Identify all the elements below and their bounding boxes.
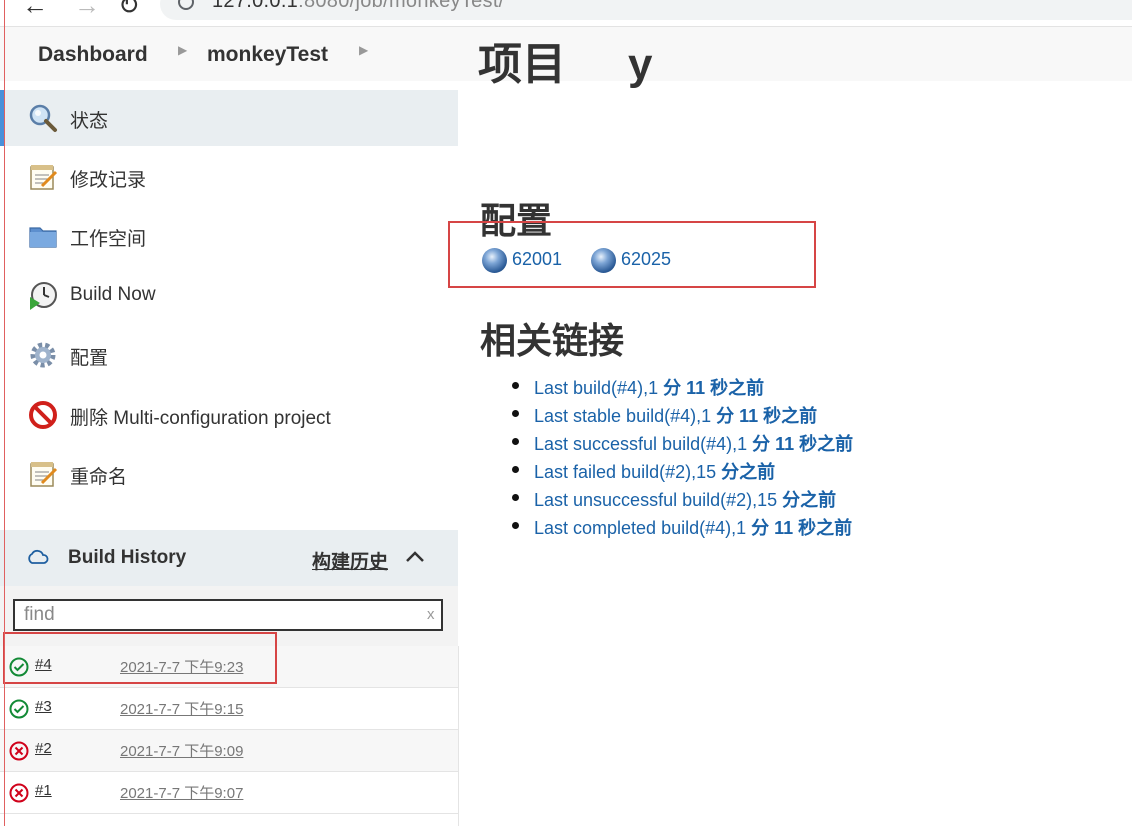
permalink-link[interactable]: Last failed build(#2),15 分之前 — [534, 458, 775, 484]
build-search-input[interactable] — [13, 599, 443, 631]
permalink-link[interactable]: Last completed build(#4),1 分 11 秒之前 — [534, 514, 852, 540]
build-time-link[interactable]: 2021-7-7 下午9:15 — [120, 698, 243, 719]
related-links-heading: 相关链接 — [480, 320, 625, 361]
clock-play-icon — [30, 282, 57, 310]
build-history-title: Build History — [68, 547, 187, 568]
chevron-up-icon[interactable] — [404, 546, 426, 568]
breadcrumb-separator-icon: ▶ — [359, 43, 369, 57]
info-icon[interactable] — [178, 0, 194, 10]
highlight-box-latest-build — [3, 632, 277, 684]
sidebar-item-delete-project[interactable]: 删除 Multi-configuration project — [0, 387, 458, 443]
success-check-icon — [9, 699, 29, 719]
list-bullet — [512, 410, 519, 417]
left-guide-line — [4, 0, 5, 826]
address-url: 127.0.0.1:8080/job/monkeyTest/ — [212, 0, 505, 12]
failed-x-icon — [9, 741, 29, 761]
list-bullet — [512, 438, 519, 445]
permalink-link[interactable]: Last unsuccessful build(#2),15 分之前 — [534, 486, 836, 512]
build-row: #1 2021-7-7 下午9:07 — [0, 772, 458, 814]
permalink-link[interactable]: Last successful build(#4),1 分 11 秒之前 — [534, 430, 853, 456]
sidebar-item-workspace[interactable]: 工作空间 — [0, 208, 458, 264]
build-number-link[interactable]: #3 — [35, 698, 52, 715]
permalink-link[interactable]: Last stable build(#4),1 分 11 秒之前 — [534, 402, 817, 428]
reload-icon[interactable]: ↻ — [118, 0, 140, 21]
breadcrumb-job[interactable]: monkeyTest — [207, 43, 328, 67]
sidebar-item-changes[interactable]: 修改记录 — [0, 149, 458, 205]
build-row: #2 2021-7-7 下午9:09 — [0, 730, 458, 772]
notepad-icon — [30, 165, 58, 190]
build-number-link[interactable]: #1 — [35, 782, 52, 799]
sidebar-item-label: Build Now — [70, 284, 156, 305]
permalink-link[interactable]: Last build(#4),1 分 11 秒之前 — [534, 374, 764, 400]
build-time-link[interactable]: 2021-7-7 下午9:07 — [120, 782, 243, 803]
sidebar-item-label: 工作空间 — [70, 229, 147, 250]
folder-icon — [29, 227, 57, 248]
build-history-header: Build History 构建历史 — [0, 530, 458, 586]
sidebar-item-status[interactable]: 状态 — [0, 90, 458, 146]
build-number-link[interactable]: #2 — [35, 740, 52, 757]
back-icon[interactable]: ← — [22, 0, 48, 21]
sidebar-item-label: 删除 Multi-configuration project — [70, 408, 331, 429]
failed-x-icon — [9, 783, 29, 803]
sidebar-item-build-now[interactable]: Build Now — [0, 268, 458, 324]
list-bullet — [512, 494, 519, 501]
build-row: #3 2021-7-7 下午9:15 — [0, 688, 458, 730]
address-bar[interactable]: 127.0.0.1:8080/job/monkeyTest/ — [160, 0, 1132, 20]
highlight-box-configurations — [448, 221, 816, 288]
list-bullet — [512, 522, 519, 529]
sidebar-item-label: 配置 — [70, 348, 109, 369]
sidebar-item-configure[interactable]: 配置 — [0, 327, 458, 383]
no-entry-icon — [29, 401, 57, 429]
notepad-icon — [30, 462, 58, 487]
gear-icon — [30, 342, 56, 368]
list-bullet — [512, 466, 519, 473]
clear-search-button[interactable]: x — [427, 606, 435, 623]
sidebar-divider — [458, 646, 459, 826]
browser-toolbar: ← → ↻ 127.0.0.1:8080/job/monkeyTest/ — [0, 0, 1132, 27]
sidebar-item-rename[interactable]: 重命名 — [0, 446, 458, 502]
sidebar-item-label: 修改记录 — [70, 170, 147, 191]
build-trend-link[interactable]: 构建历史 — [312, 547, 388, 574]
breadcrumb-dashboard[interactable]: Dashboard — [38, 43, 148, 67]
build-time-link[interactable]: 2021-7-7 下午9:09 — [120, 740, 243, 761]
search-icon — [29, 104, 57, 132]
forward-icon[interactable]: → — [74, 0, 100, 21]
breadcrumb-separator-icon: ▶ — [178, 43, 188, 57]
page-title-cut: 项目 y — [478, 40, 653, 89]
cloud-icon — [28, 549, 49, 564]
sidebar-item-label: 重命名 — [70, 467, 128, 488]
sidebar-item-label: 状态 — [70, 111, 109, 132]
list-bullet — [512, 382, 519, 389]
